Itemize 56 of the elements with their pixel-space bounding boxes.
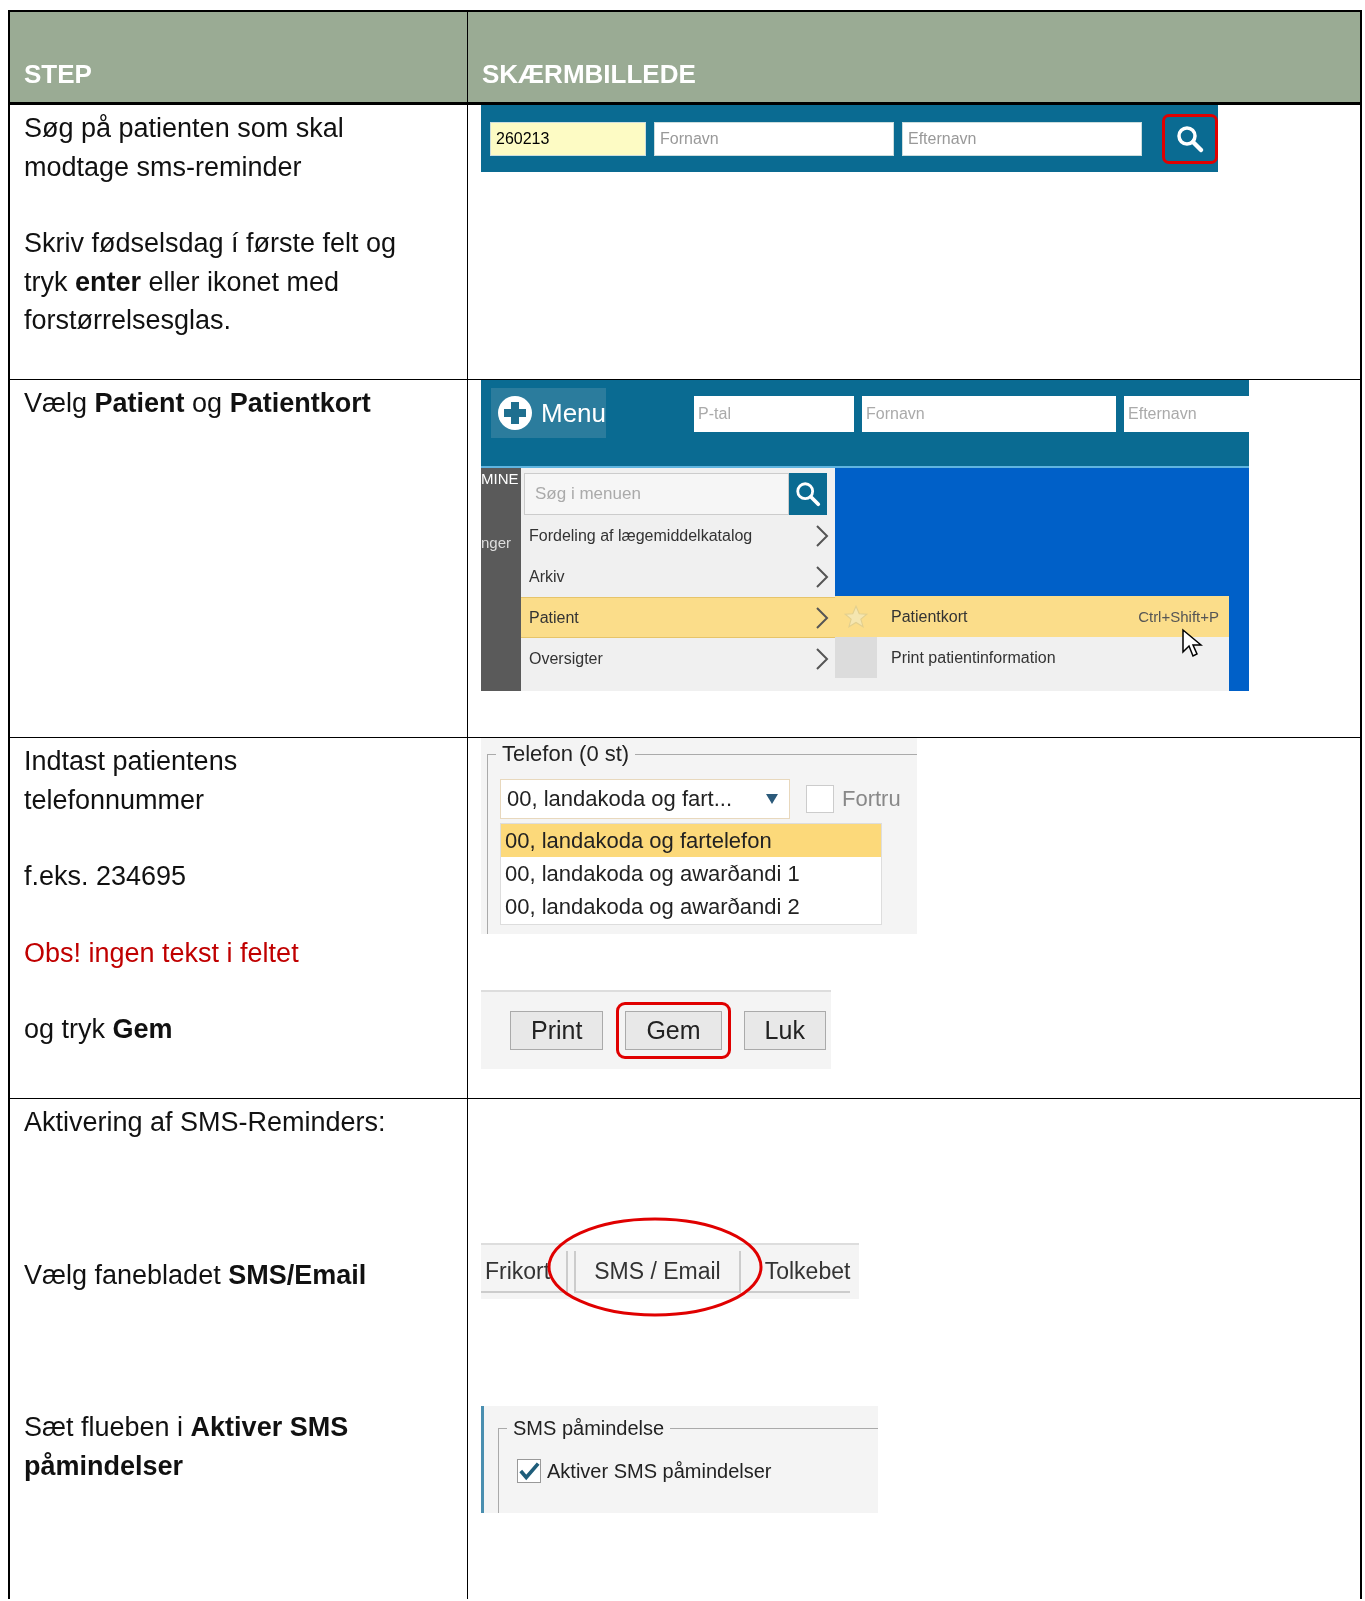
menu-button[interactable]: Menu (491, 388, 607, 438)
step-text: Aktivering af SMS-Reminders: (24, 1106, 387, 1139)
step-text: Indtast patientens telefonnummer (24, 745, 239, 817)
search-field[interactable]: Fornavn (654, 121, 894, 156)
checkbox[interactable] (806, 785, 834, 813)
star-icon (843, 603, 869, 630)
chevron-icon (815, 605, 829, 630)
checkbox[interactable] (517, 1459, 541, 1483)
search-field[interactable]: Efternavn (902, 121, 1142, 156)
plus-icon (497, 395, 533, 431)
checkbox-label: Aktiver SMS påmindelser (547, 1459, 772, 1483)
menu-item[interactable]: Print patientinformation (835, 637, 1229, 678)
checkmark-icon (518, 1460, 540, 1482)
dialog-button[interactable]: Luk (743, 1011, 826, 1050)
search-field[interactable]: Fornavn (862, 396, 1117, 432)
step-text: Skriv fødselsdag í første felt og tryk enter eller ikonet med forstørrelsesglas. (24, 227, 398, 337)
step-text: og tryk Gem (24, 1013, 174, 1046)
menu-item[interactable]: Arkiv (521, 556, 835, 597)
menu-item[interactable]: Patientkort Ctrl+Shift+P (835, 596, 1229, 637)
step-text: Sæt flueben i Aktiver SMS påmindelser (24, 1411, 350, 1483)
menu-label: Menu (541, 397, 607, 429)
dialog-button[interactable]: Gem (625, 1011, 722, 1050)
search-button[interactable] (1162, 113, 1218, 164)
search-field[interactable]: 260213 (490, 121, 646, 156)
search-field[interactable]: P-tal (694, 396, 855, 432)
menu-item[interactable]: Fordeling af lægemiddelkatalog (521, 515, 835, 556)
step-text: Vælg Patient og Patientkort (24, 387, 372, 420)
side-label: MINE (481, 470, 519, 487)
column-header: STEP (23, 59, 93, 91)
tab[interactable]: Tolkebet (746, 1251, 851, 1293)
step-text: Obs! ingen tekst i feltet (24, 936, 300, 970)
dialog-button[interactable]: Print (510, 1011, 604, 1050)
column-header: SKÆRMBILLEDE (467, 12, 1360, 102)
dropdown-option[interactable]: 00, landakoda og awarðandi 1 (501, 857, 881, 890)
step-text: f.eks. 234695 (24, 860, 188, 893)
search-icon (794, 480, 822, 508)
search-icon (1175, 123, 1205, 154)
step-text: Søg på patienten som skal modtage sms-reminder (24, 112, 345, 184)
group-title: SMS påmindelse (507, 1417, 671, 1440)
dropdown-option[interactable]: 00, landakoda og fartelefon (501, 824, 881, 857)
search-field[interactable]: Efternavn (1124, 396, 1249, 432)
dropdown-field[interactable]: 00, landakoda og fart... (500, 779, 790, 819)
checkbox-label: Fortru (842, 786, 901, 812)
tab[interactable]: SMS / Email (574, 1251, 741, 1293)
menu-item[interactable]: Oversigter (521, 638, 835, 679)
chevron-icon (815, 523, 829, 548)
side-label: nger (481, 534, 512, 551)
menu-search-field[interactable]: Søg i menuen (524, 473, 789, 515)
step-text: Vælg fanebladet SMS/Email (24, 1258, 368, 1292)
dropdown-option[interactable]: 00, landakoda og awarðandi 2 (501, 890, 881, 924)
search-button[interactable] (789, 473, 827, 515)
dropdown-arrow-icon (765, 793, 779, 805)
chevron-icon (815, 646, 829, 671)
menu-item[interactable]: Patient (521, 597, 835, 638)
chevron-icon (815, 564, 829, 589)
cursor-icon (1181, 628, 1203, 658)
